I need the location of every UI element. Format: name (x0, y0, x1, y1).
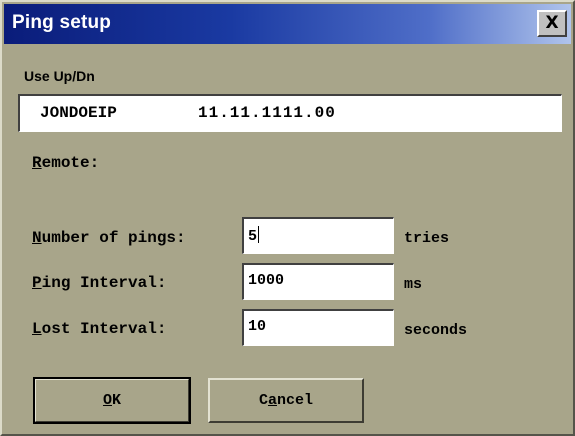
remote-label: Remote: (32, 154, 99, 172)
close-icon: X (545, 13, 559, 33)
pings-label-mnemonic: N (32, 229, 42, 247)
dialog-title: Ping setup (12, 12, 112, 33)
remote-label-text: emote: (41, 154, 100, 172)
cancel-label-post: ncel (277, 392, 314, 409)
ping-interval-unit: ms (404, 276, 423, 293)
ok-label: K (112, 392, 122, 409)
cancel-button[interactable]: Ca ncel (208, 378, 364, 423)
lost-interval-input[interactable]: 10 (242, 309, 394, 346)
text-caret (258, 226, 260, 243)
pings-label: Number of pings: (32, 229, 186, 247)
lost-interval-value: 10 (248, 318, 267, 335)
ping-interval-label-text: ing Interval: (41, 274, 167, 292)
cancel-mnemonic: a (267, 392, 277, 409)
cancel-label-pre: C (258, 392, 268, 409)
pings-value: 5 (248, 228, 258, 245)
number-of-pings-input[interactable]: 5 (242, 217, 394, 254)
remote-label-mnemonic: R (32, 154, 42, 172)
use-updn-label: Use Up/Dn (24, 68, 95, 84)
close-button[interactable]: X (537, 10, 567, 37)
updn-ip-address: 11.11.1111.00 (198, 104, 336, 122)
pings-label-text: umber of pings: (41, 229, 186, 247)
ok-mnemonic: O (102, 392, 112, 409)
updn-name: JONDOEIP (40, 104, 117, 122)
ping-setup-dialog: Ping setup X Use Up/Dn JONDOEIP 11.11.11… (0, 0, 575, 436)
ping-interval-value: 1000 (248, 272, 285, 289)
updn-field[interactable]: JONDOEIP 11.11.1111.00 (18, 94, 562, 132)
ping-interval-label: Ping Interval: (32, 274, 166, 292)
lost-interval-unit: seconds (404, 322, 468, 339)
lost-interval-label: Lost Interval: (32, 320, 166, 338)
lost-interval-label-text: ost Interval: (41, 320, 167, 338)
pings-unit: tries (404, 230, 450, 247)
ping-interval-label-mnemonic: P (32, 274, 42, 292)
title-bar[interactable]: Ping setup X (4, 4, 571, 44)
ping-interval-input[interactable]: 1000 (242, 263, 394, 300)
ok-button[interactable]: OK (33, 377, 191, 424)
lost-interval-label-mnemonic: L (32, 320, 42, 338)
